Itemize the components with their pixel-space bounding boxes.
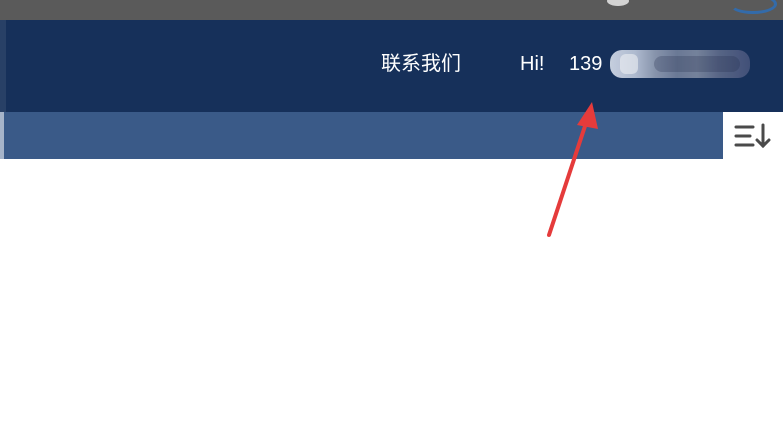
contact-us-link[interactable]: 联系我们 [381, 52, 461, 76]
blurred-phone-number [610, 50, 750, 78]
user-greeting: Hi! [520, 53, 545, 75]
corner-logo-icon [729, 0, 777, 14]
topbar-dot [607, 0, 629, 6]
sort-descending-icon [733, 121, 773, 151]
secondary-nav-bar [0, 112, 783, 159]
sort-button[interactable] [723, 112, 783, 159]
site-header: 联系我们 Hi! 139 [0, 20, 783, 112]
header-left-edge [0, 20, 6, 112]
subbar-left-edge [0, 112, 4, 159]
browser-top-strip [0, 0, 783, 20]
user-phone-prefix[interactable]: 139 [569, 52, 602, 76]
page-root: 联系我们 Hi! 139 [0, 0, 783, 445]
